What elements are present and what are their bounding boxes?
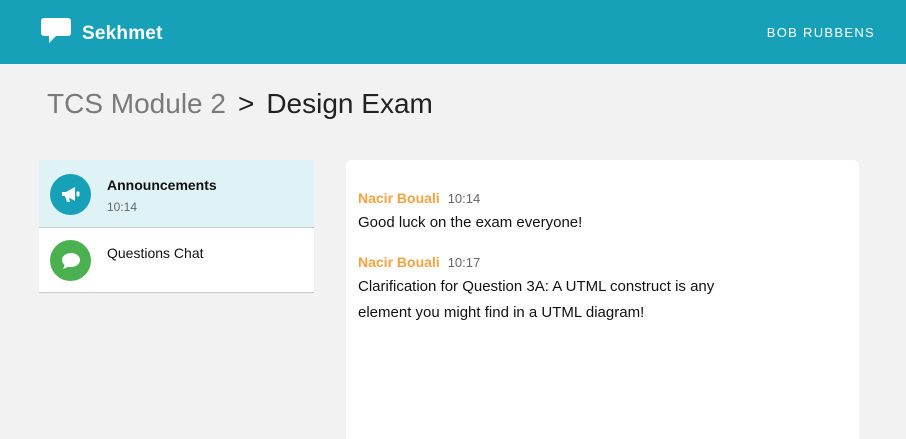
- app-logo[interactable]: Sekhmet: [40, 16, 163, 51]
- message-item: Nacir Bouali 10:17 Clarification for Que…: [358, 254, 748, 326]
- message-text: Good luck on the exam everyone!: [358, 214, 583, 231]
- channel-list: Announcements 10:14 Questions Chat: [39, 160, 314, 293]
- channel-item-announcements[interactable]: Announcements 10:14: [39, 160, 314, 228]
- speech-bubble-icon: [40, 16, 74, 51]
- channel-time: 10:14: [107, 200, 138, 214]
- user-menu[interactable]: BOB RUBBENS: [767, 25, 875, 40]
- message-panel: Nacir Bouali 10:14 Good luck on the exam…: [346, 160, 859, 439]
- breadcrumb-parent-link[interactable]: TCS Module 2: [47, 88, 226, 120]
- breadcrumb: TCS Module 2 > Design Exam: [47, 88, 433, 120]
- message-text: Clarification for Question 3A: A UTML co…: [358, 278, 715, 321]
- message-time: 10:17: [447, 255, 481, 270]
- breadcrumb-separator: >: [237, 88, 255, 119]
- page-title: Design Exam: [266, 88, 433, 119]
- top-bar: Sekhmet BOB RUBBENS: [0, 0, 906, 64]
- message-author[interactable]: Nacir Bouali: [358, 190, 440, 206]
- channel-name: Questions Chat: [107, 245, 204, 261]
- app-name: Sekhmet: [82, 22, 163, 44]
- channel-item-questions-chat[interactable]: Questions Chat: [39, 228, 314, 293]
- channel-name: Announcements: [107, 177, 217, 193]
- megaphone-icon: [50, 174, 91, 215]
- chat-bubble-icon: [50, 240, 91, 281]
- message-author[interactable]: Nacir Bouali: [358, 254, 440, 270]
- message-item: Nacir Bouali 10:14 Good luck on the exam…: [358, 190, 758, 236]
- message-time: 10:14: [447, 191, 481, 206]
